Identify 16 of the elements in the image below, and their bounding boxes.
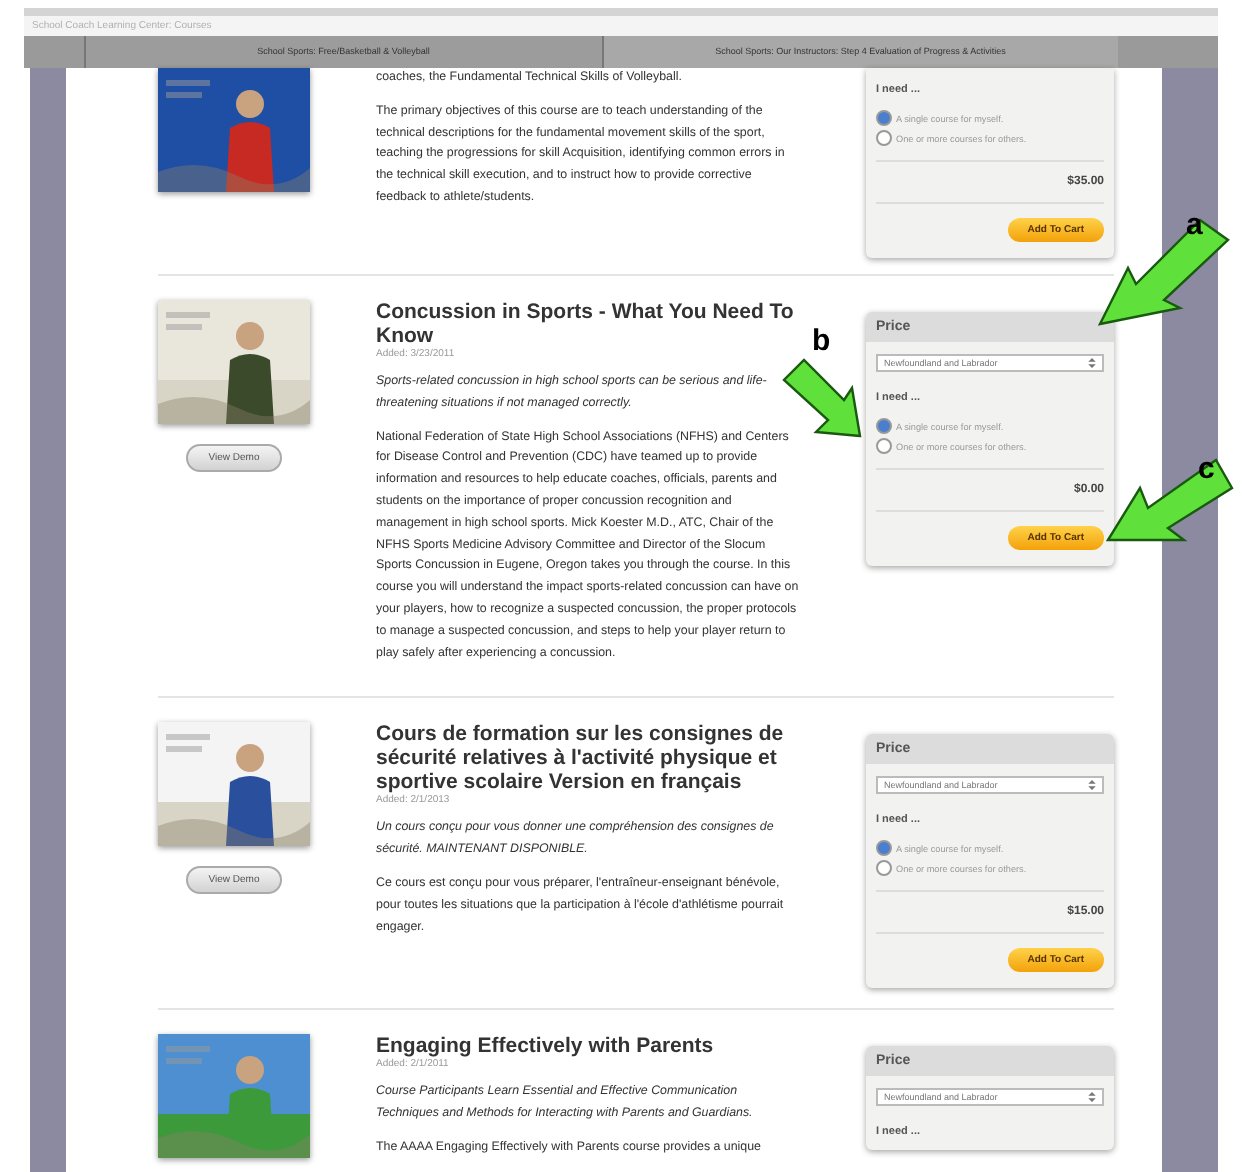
dropdown-caret-icon (1088, 358, 1096, 368)
annotation-label: a (1186, 208, 1203, 242)
annotation-label: b (812, 324, 831, 358)
course-title: Engaging Effectively with Parents (376, 1034, 716, 1059)
dropdown-caret-icon (1088, 780, 1096, 791)
radio-button[interactable] (876, 130, 892, 146)
annotation-arrow (1097, 218, 1230, 326)
radio-button[interactable] (876, 860, 892, 877)
annotation-arrow (1105, 458, 1234, 542)
radio-button[interactable] (876, 438, 892, 454)
radio-button[interactable] (876, 840, 892, 857)
dropdown-caret-icon (1088, 1092, 1096, 1103)
radio-button[interactable] (876, 110, 892, 126)
radio-button[interactable] (876, 418, 892, 434)
course-title: Cours de formation sur les consignes de sécurité relatives à l'activité physique et sportive scolaire Version en français (376, 722, 786, 795)
course-title: Concussion in Sports - What You Need To Know (376, 300, 796, 348)
